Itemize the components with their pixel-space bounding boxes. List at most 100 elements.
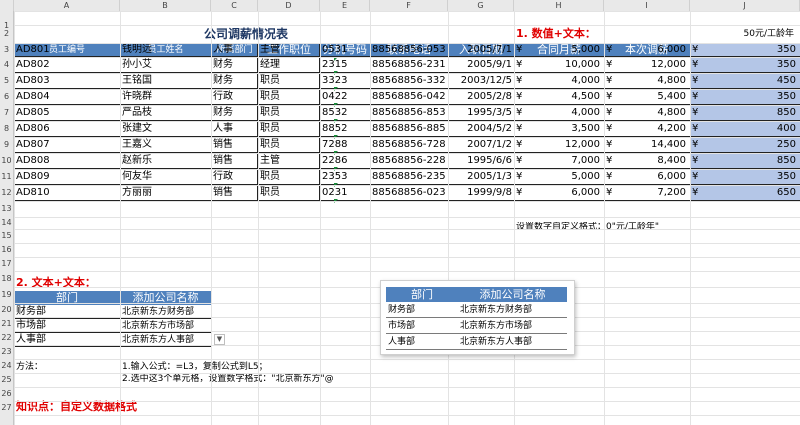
cell-id: AD803 bbox=[14, 73, 120, 89]
cell-subsidy: 450 bbox=[690, 73, 800, 89]
sheet-grid[interactable]: 公司调薪情况表 1. 数值+文本： 50元/工龄年 员工编号 员工姓名 所属部门 工作… bbox=[14, 11, 800, 425]
cell-ext: 2286 bbox=[320, 153, 370, 169]
select-all-corner[interactable] bbox=[0, 0, 14, 11]
currency-symbol: ¥ bbox=[692, 187, 699, 198]
currency-symbol: ¥ bbox=[606, 59, 613, 70]
cell-name: 孙小艾 bbox=[120, 57, 211, 73]
gridline bbox=[14, 257, 800, 258]
cell-dept: 行政 bbox=[211, 89, 258, 105]
row-header-1[interactable]: 1 bbox=[0, 11, 13, 30]
method-label: 方法： bbox=[16, 362, 44, 372]
row-header-10[interactable]: 10 bbox=[0, 153, 13, 169]
gridline bbox=[14, 271, 800, 272]
row-header-11[interactable]: 11 bbox=[0, 169, 13, 185]
currency-symbol: ¥ bbox=[516, 139, 523, 150]
row-header-25[interactable]: 25 bbox=[0, 373, 13, 387]
cell-subsidy: 400 bbox=[690, 121, 800, 137]
cell-subsidy: 850 bbox=[690, 153, 800, 169]
row-header-20[interactable]: 20 bbox=[0, 303, 13, 317]
currency-symbol: ¥ bbox=[692, 91, 699, 102]
col-header-f[interactable]: F bbox=[370, 0, 448, 11]
gridline bbox=[14, 359, 800, 360]
currency-symbol: ¥ bbox=[692, 171, 699, 182]
sheet-title: 公司调薪情况表 bbox=[203, 27, 288, 41]
row-header-4[interactable]: 4 bbox=[0, 57, 13, 73]
cell-dept: 行政 bbox=[211, 169, 258, 185]
row-header-24[interactable]: 24 bbox=[0, 359, 13, 373]
row-header-9[interactable]: 9 bbox=[0, 137, 13, 153]
row-header-13[interactable]: 13 bbox=[0, 201, 13, 217]
cell-pos: 职员 bbox=[258, 121, 320, 137]
gridline bbox=[14, 105, 800, 106]
currency-symbol: ¥ bbox=[516, 91, 523, 102]
row-header-6[interactable]: 6 bbox=[0, 89, 13, 105]
col-header-a[interactable]: A bbox=[14, 0, 120, 11]
col-header-j[interactable]: J bbox=[690, 0, 800, 11]
cell-date: 2007/1/2 bbox=[448, 137, 514, 153]
currency-symbol: ¥ bbox=[692, 75, 699, 86]
row-header-bar: 1 2 3 4 5 6 7 8 9 10 11 12 13 14 15 16 17 18 19 20 21 22 23 24 2… bbox=[0, 11, 14, 425]
cell-ext: 2353 bbox=[320, 169, 370, 185]
col-header-e[interactable]: E bbox=[320, 0, 370, 11]
col-header-b[interactable]: B bbox=[120, 0, 211, 11]
chevron-down-icon[interactable]: ▼ bbox=[214, 334, 225, 345]
pasted-picture-table[interactable]: 部门 添加公司名称 财务部 北京新东方财务部 市场部 北京新东方市场部 人事部 北京新东方… bbox=[380, 280, 575, 355]
row-header-22[interactable]: 22 bbox=[0, 331, 13, 345]
cell-phone: 88568856-885 bbox=[370, 121, 448, 137]
panel-company: 北京新东方人事部 bbox=[458, 334, 567, 350]
cell-date: 1999/9/8 bbox=[448, 185, 514, 201]
row-header-8[interactable]: 8 bbox=[0, 121, 13, 137]
row-header-3[interactable]: 3 bbox=[0, 43, 13, 57]
panel-dept: 人事部 bbox=[386, 334, 458, 350]
cell-pos: 职员 bbox=[258, 137, 320, 153]
cell-id: AD801 bbox=[14, 43, 120, 57]
gridline bbox=[14, 137, 800, 138]
row-header-12[interactable]: 12 bbox=[0, 185, 13, 201]
row-header-7[interactable]: 7 bbox=[0, 105, 13, 121]
currency-symbol: ¥ bbox=[692, 59, 699, 70]
cell-subsidy: 350 bbox=[690, 43, 800, 57]
gridline bbox=[14, 185, 800, 186]
row-header-19[interactable]: 19 bbox=[0, 287, 13, 303]
cell-subsidy: 850 bbox=[690, 105, 800, 121]
row-header-5[interactable]: 5 bbox=[0, 73, 13, 89]
cell-phone: 88568856-235 bbox=[370, 169, 448, 185]
row-header-14[interactable]: 14 bbox=[0, 217, 13, 229]
cell-phone: 88568856-231 bbox=[370, 57, 448, 73]
col-header-c[interactable]: C bbox=[211, 0, 258, 11]
cell-ext: 2315 bbox=[320, 57, 370, 73]
col-header-i[interactable]: I bbox=[604, 0, 690, 11]
method-step-1: 1.输入公式：=L3，复制公式到L5； bbox=[122, 362, 268, 372]
cell-ext: 0422 bbox=[320, 89, 370, 105]
col-header-h[interactable]: H bbox=[514, 0, 604, 11]
row-header-17[interactable]: 17 bbox=[0, 257, 13, 271]
currency-symbol: ¥ bbox=[606, 107, 613, 118]
cell-dept: 人事 bbox=[211, 121, 258, 137]
cell-date: 2005/9/1 bbox=[448, 57, 514, 73]
cell-phone: 88568856-853 bbox=[370, 105, 448, 121]
row-header-21[interactable]: 21 bbox=[0, 317, 13, 331]
cell-date: 1995/3/5 bbox=[448, 105, 514, 121]
row-header-16[interactable]: 16 bbox=[0, 243, 13, 257]
currency-symbol: ¥ bbox=[516, 59, 523, 70]
section1-label: 1. 数值+文本： bbox=[516, 27, 596, 40]
cell-phone: 88568856-053 bbox=[370, 43, 448, 57]
col-header-g[interactable]: G bbox=[448, 0, 514, 11]
cell-pos: 职员 bbox=[258, 73, 320, 89]
currency-symbol: ¥ bbox=[516, 107, 523, 118]
row-header-18[interactable]: 18 bbox=[0, 271, 13, 287]
row-header-2[interactable]: 2 bbox=[0, 25, 13, 43]
currency-symbol: ¥ bbox=[692, 155, 699, 166]
cell-id: AD805 bbox=[14, 105, 120, 121]
panel-header-dept: 部门 bbox=[386, 287, 458, 302]
currency-symbol: ¥ bbox=[692, 44, 699, 55]
row-header-15[interactable]: 15 bbox=[0, 229, 13, 243]
col-header-d[interactable]: D bbox=[258, 0, 320, 11]
row-header-23[interactable]: 23 bbox=[0, 345, 13, 359]
row-header-26[interactable]: 26 bbox=[0, 387, 13, 401]
cell-dept: 销售 bbox=[211, 137, 258, 153]
cell-dept: 财务 bbox=[211, 57, 258, 73]
cell-name: 王铭国 bbox=[120, 73, 211, 89]
row-header-27[interactable]: 27 bbox=[0, 401, 13, 415]
currency-symbol: ¥ bbox=[606, 171, 613, 182]
